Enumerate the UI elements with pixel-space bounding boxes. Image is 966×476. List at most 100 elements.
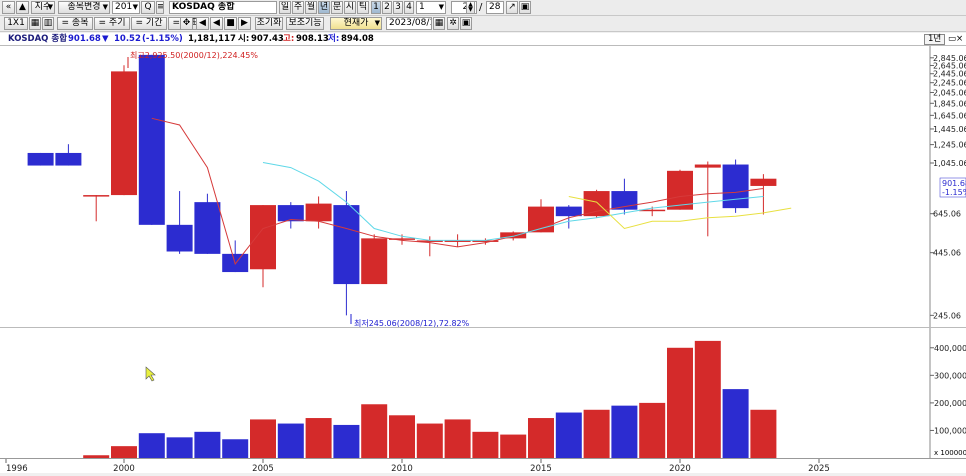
list-icon[interactable]: ≡ <box>156 1 164 14</box>
volume-bar <box>639 402 666 458</box>
info-volume: 1,181,117 <box>188 34 236 44</box>
split-icon[interactable]: ▥ <box>42 17 54 30</box>
price-tick-label: 245.06 <box>933 311 961 320</box>
volume-bar <box>611 405 638 458</box>
price-tick-label: 1,045.06 <box>933 159 966 168</box>
volume-bar <box>250 419 276 458</box>
price-tick-label: 1,245.06 <box>933 141 966 150</box>
current-price-select[interactable]: 현재가 ▼ <box>330 17 382 30</box>
info-change: 10.52 <box>114 34 141 44</box>
period-button[interactable]: = 주기 <box>94 17 130 30</box>
tab-hour[interactable]: 시 <box>344 1 356 14</box>
sub-toolbar: 1X1 ▦ ▥ = 종목 = 주기 = 기간 = 지표 ✥ ◀ ◀ ■ ▶ 초기… <box>0 16 966 32</box>
volume-bar <box>444 419 471 458</box>
close-icon[interactable]: × <box>956 33 963 45</box>
candles <box>27 54 777 316</box>
step-back-icon[interactable]: ◀ <box>210 17 223 30</box>
move-icon[interactable]: ✥ <box>180 17 193 30</box>
tab-tick[interactable]: 틱 <box>357 1 369 14</box>
number-button-4[interactable]: 4 <box>404 1 414 14</box>
volume-bar <box>555 412 582 458</box>
save-icon[interactable]: ▣ <box>519 1 531 14</box>
grid-icon[interactable]: ▦ <box>29 17 41 30</box>
candle-body <box>277 205 304 222</box>
settings-icon[interactable]: ✲ <box>447 17 459 30</box>
candle-body <box>694 164 721 168</box>
candle-body <box>55 152 82 166</box>
first-page-button[interactable]: « <box>2 1 15 14</box>
candle-body <box>583 191 610 217</box>
scroll-up-button[interactable]: ▲ <box>16 1 29 14</box>
count-input[interactable]: 1 ▼ <box>416 1 446 14</box>
current-price-tag-value: 901.68 <box>942 179 966 188</box>
volume-tick-label: 300,000 <box>934 371 966 380</box>
candle-body <box>555 206 582 217</box>
prev-icon[interactable]: ◀ <box>196 17 209 30</box>
volume-bar <box>472 431 499 458</box>
layout-button[interactable]: 1X1 <box>4 17 28 30</box>
change-item-select[interactable]: 종목변경 ▼ <box>58 1 110 14</box>
volume-bar <box>194 431 221 458</box>
price-tick-label: 2,045.06 <box>933 88 966 97</box>
volume-unit: x 1000000 <box>934 449 966 457</box>
volume-chart[interactable]: 400,000 300,000 200,000 100,000 x 1000000 <box>0 327 966 459</box>
tab-week[interactable]: 주 <box>292 1 304 14</box>
range-total-input[interactable]: 28 <box>486 1 504 14</box>
volume-tick-label: 200,000 <box>934 399 966 408</box>
volume-bar <box>333 424 360 458</box>
aux-function-button[interactable]: 보조기능 <box>286 17 324 30</box>
period-badge[interactable]: 1년 <box>924 34 946 45</box>
volume-bar <box>667 347 693 458</box>
stop-icon[interactable]: ■ <box>224 17 237 30</box>
moving-averages <box>151 117 792 265</box>
time-axis: 1996 2000 2005 2010 2015 2020 2025 <box>0 458 966 474</box>
info-name: KOSDAQ 종합 <box>8 34 68 44</box>
volume-bar <box>750 409 777 458</box>
code-input[interactable]: 201 ▼ <box>112 1 140 14</box>
volume-bar <box>305 418 332 458</box>
price-tick-label: 1,645.06 <box>933 111 966 120</box>
search-icon[interactable]: Q <box>141 1 155 14</box>
tab-minute[interactable]: 분 <box>331 1 343 14</box>
item-button[interactable]: = 종목 <box>57 17 93 30</box>
play-icon[interactable]: ▶ <box>238 17 251 30</box>
volume-bar <box>277 423 304 458</box>
info-high: 908.13 <box>296 34 329 44</box>
info-low-label: 저: <box>328 34 340 44</box>
capture-icon[interactable]: ▣ <box>460 17 472 30</box>
info-low: 894.08 <box>341 34 374 44</box>
reset-button[interactable]: 초기화 <box>255 17 283 30</box>
candle-body <box>750 178 777 186</box>
candle-body <box>305 203 332 222</box>
volume-bar <box>138 433 165 458</box>
price-chart-canvas[interactable]: 2,845.062,645.062,445.062,245.062,045.06… <box>0 46 966 328</box>
name-field[interactable]: KOSDAQ 종합 <box>169 1 277 14</box>
date-input[interactable]: 2023/08/14 <box>386 17 432 30</box>
price-chart[interactable]: 2,845.06 2,645.06 2,445.06 2,245.06 2,045.06… <box>0 45 966 328</box>
range-spinner[interactable]: ▲ ▼ <box>466 1 475 14</box>
candle-body <box>138 54 165 225</box>
price-tick-label: 2,445.06 <box>933 70 966 79</box>
calendar-icon[interactable]: ▦ <box>433 17 445 30</box>
tab-month[interactable]: 월 <box>305 1 317 14</box>
price-tick-label: 1,445.06 <box>933 125 966 134</box>
volume-bars <box>83 340 777 458</box>
index-type-select[interactable]: 지수 ▼ <box>31 1 55 14</box>
info-open: 907.43 <box>251 34 284 44</box>
tab-year[interactable]: 년 <box>318 1 330 14</box>
range-button[interactable]: = 기간 <box>131 17 167 30</box>
candle-body <box>250 205 276 270</box>
tab-day[interactable]: 일 <box>279 1 291 14</box>
range-separator: / <box>479 2 483 13</box>
export-icon[interactable]: ↗ <box>506 1 518 14</box>
number-button-1[interactable]: 1 <box>371 1 381 14</box>
number-button-3[interactable]: 3 <box>393 1 403 14</box>
minimize-icon[interactable]: ▭ <box>948 33 956 45</box>
down-arrow-icon: ▼ <box>102 34 109 44</box>
price-tick-label: 645.06 <box>933 210 961 219</box>
price-tick-label: 445.06 <box>933 249 961 258</box>
volume-bar <box>583 409 610 458</box>
volume-chart-canvas[interactable]: 400,000 300,000 200,000 100,000 x 1000000 <box>0 328 966 459</box>
number-button-2[interactable]: 2 <box>382 1 392 14</box>
high-annotation-text: 최고2,925.50(2000/12),224.45% <box>130 50 258 60</box>
